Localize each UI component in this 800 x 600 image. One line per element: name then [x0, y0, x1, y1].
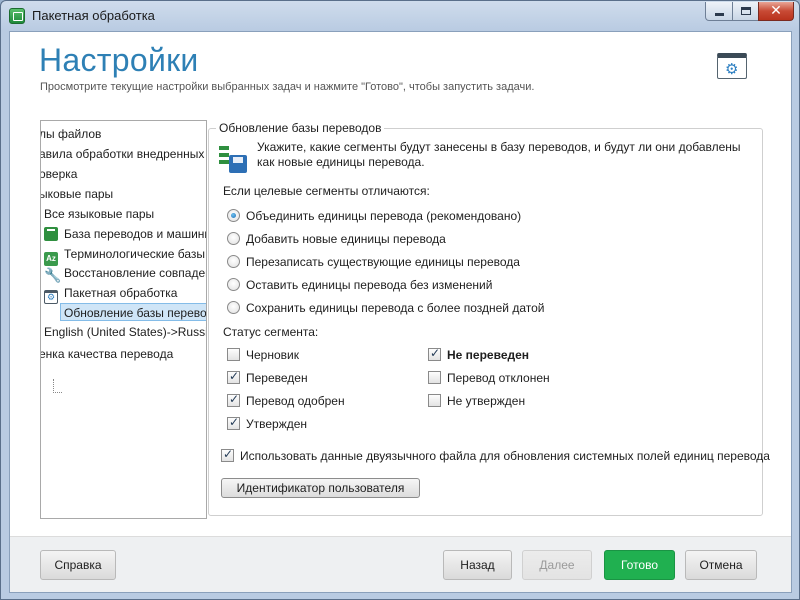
tree-connector — [53, 379, 54, 393]
radio-overwrite[interactable] — [227, 255, 240, 268]
checkbox-use-bilingual-data-label[interactable]: Использовать данные двуязычного файла дл… — [240, 449, 770, 463]
radio-keep-label[interactable]: Оставить единицы перевода без изменений — [246, 278, 492, 292]
tree-item-label: База переводов и машинн — [64, 227, 207, 241]
page-subtitle: Просмотрите текущие настройки выбранных … — [40, 81, 535, 93]
radio-merge-label[interactable]: Объединить единицы перевода (рекомендова… — [246, 209, 521, 223]
tree-item-translation-memory[interactable]: База переводов и машинн — [44, 225, 207, 243]
tree-item-language-pairs[interactable]: ыковые пары — [41, 185, 113, 203]
page-title: Настройки — [39, 42, 199, 78]
radio-keep[interactable] — [227, 278, 240, 291]
checkbox-not-translated[interactable] — [428, 346, 441, 361]
group-title: Обновление базы переводов — [216, 121, 385, 135]
checkbox-signed-off[interactable] — [227, 415, 240, 430]
checkbox-rejected[interactable] — [428, 371, 441, 384]
checkbox-use-bilingual-data[interactable] — [221, 447, 234, 462]
user-id-button[interactable]: Идентификатор пользователя — [221, 478, 420, 498]
info-text: Укажите, какие сегменты будут занесены в… — [257, 140, 741, 169]
checkbox-not-signed-off[interactable] — [428, 394, 441, 407]
cancel-button[interactable]: Отмена — [685, 550, 757, 580]
footer-bar: Справка Назад Далее Готово Отмена — [10, 536, 791, 592]
minimize-icon — [714, 12, 724, 16]
tree-item-label: Восстановление совпаден — [64, 266, 207, 280]
gear-icon: ⚙ — [725, 60, 739, 78]
tree-item-language-pair-en-ru[interactable]: English (United States)->Russia — [44, 323, 206, 341]
tree-item-quality-assessment[interactable]: енка качества перевода — [41, 345, 173, 363]
maximize-icon — [740, 7, 751, 15]
radio-add-new-label[interactable]: Добавить новые единицы перевода — [246, 232, 446, 246]
status-label: Статус сегмента: — [223, 325, 319, 339]
checkbox-draft-label[interactable]: Черновик — [246, 348, 299, 362]
dialog-content: Настройки Просмотрите текущие настройки … — [9, 31, 792, 593]
minimize-button[interactable] — [705, 2, 733, 21]
close-icon: ✕ — [770, 3, 782, 19]
checkbox-draft[interactable] — [227, 348, 240, 361]
radio-add-new[interactable] — [227, 232, 240, 245]
translation-memory-icon — [44, 227, 58, 243]
differ-label: Если целевые сегменты отличаются: — [223, 184, 430, 198]
batch-settings-icon: ⚙ — [44, 290, 58, 304]
tree-item-label: Терминологические базы — [64, 247, 206, 261]
help-button[interactable]: Справка — [40, 550, 116, 580]
tree-item-update-tm[interactable]: Обновление базы перево — [60, 303, 206, 321]
tree-connector — [53, 392, 62, 393]
radio-keep-latest-label[interactable]: Сохранить единицы перевода с более поздн… — [246, 301, 545, 315]
tree-item-match-repair[interactable]: 🔧 Восстановление совпаден — [44, 264, 207, 284]
tree-item-batch-processing[interactable]: ⚙ Пакетная обработка — [44, 284, 178, 304]
checkbox-not-signed-off-label[interactable]: Не утвержден — [447, 394, 525, 408]
close-button[interactable]: ✕ — [758, 2, 794, 21]
update-tm-icon — [218, 144, 248, 174]
settings-window-icon: ⚙ — [717, 53, 747, 79]
radio-overwrite-label[interactable]: Перезаписать существующие единицы перево… — [246, 255, 520, 269]
batch-processing-window: Пакетная обработка ✕ Настройки Просмотри… — [0, 0, 800, 600]
checkbox-translated-label[interactable]: Переведен — [246, 371, 308, 385]
tree-item-all-language-pairs[interactable]: Все языковые пары — [44, 205, 154, 223]
back-button[interactable]: Назад — [443, 550, 512, 580]
tree-item-verification[interactable]: оверка — [41, 165, 77, 183]
checkbox-not-translated-label[interactable]: Не переведен — [447, 348, 529, 362]
tree-item-termbases[interactable]: Az Терминологические базы — [44, 245, 206, 266]
app-icon — [9, 8, 25, 24]
tree-item-label: Пакетная обработка — [64, 286, 178, 300]
checkbox-translated[interactable] — [227, 369, 240, 384]
title-bar[interactable]: Пакетная обработка ✕ — [1, 1, 799, 31]
tree-item-file-types[interactable]: лы файлов — [41, 125, 101, 143]
tree-item-embedded-rules[interactable]: авила обработки внедренных — [41, 145, 204, 163]
checkbox-signed-off-label[interactable]: Утвержден — [246, 417, 307, 431]
wrench-icon: 🔧 — [44, 268, 62, 284]
checkbox-approved-label[interactable]: Перевод одобрен — [246, 394, 345, 408]
radio-merge[interactable] — [227, 209, 240, 222]
checkbox-approved[interactable] — [227, 392, 240, 407]
checkbox-rejected-label[interactable]: Перевод отклонен — [447, 371, 550, 385]
maximize-button[interactable] — [732, 2, 759, 21]
next-button[interactable]: Далее — [522, 550, 592, 580]
window-title: Пакетная обработка — [32, 8, 155, 23]
finish-button[interactable]: Готово — [604, 550, 675, 580]
radio-keep-latest[interactable] — [227, 301, 240, 314]
settings-tree[interactable]: лы файлов авила обработки внедренных ове… — [40, 120, 207, 519]
